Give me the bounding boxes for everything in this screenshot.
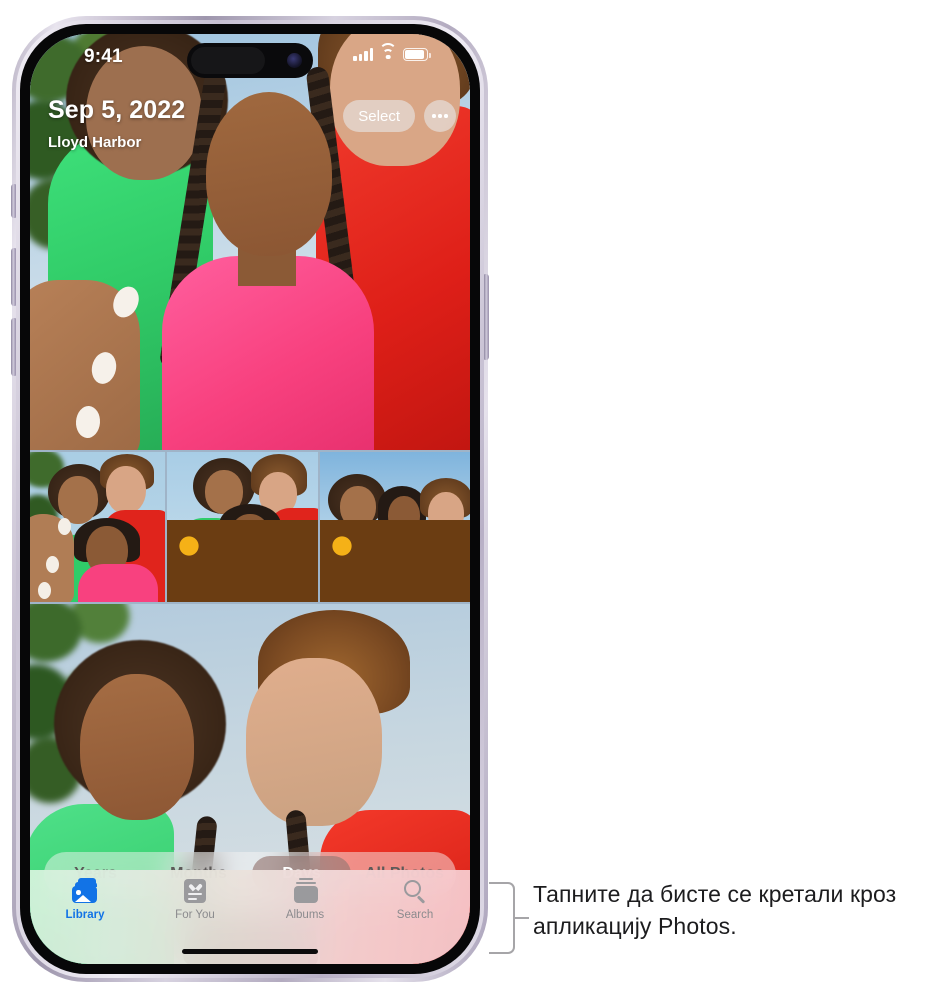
power-button[interactable] — [484, 274, 489, 360]
tab-for-you[interactable]: For You — [140, 878, 250, 921]
front-camera-icon — [287, 53, 302, 68]
action-button[interactable] — [11, 184, 16, 218]
callout-stem — [515, 917, 529, 919]
photo-stack-icon — [70, 878, 100, 904]
thumb-nail — [38, 582, 51, 599]
status-bar-time: 9:41 — [84, 46, 123, 67]
tab-library[interactable]: Library — [30, 878, 140, 921]
ellipsis-dot — [444, 114, 448, 118]
status-bar-indicators — [353, 43, 431, 61]
volume-down-button[interactable] — [11, 318, 16, 376]
for-you-card-icon — [180, 878, 210, 904]
thumb-nail — [58, 518, 71, 535]
battery-icon — [403, 48, 431, 61]
tab-label-library: Library — [65, 909, 105, 921]
select-button[interactable]: Select — [343, 100, 415, 132]
tab-label-search: Search — [396, 909, 434, 921]
photo-thumbnail[interactable] — [30, 452, 165, 602]
callout-text: Тапните да бисте се кретали кроз апликац… — [533, 881, 897, 939]
photo-date-label: Sep 5, 2022 — [48, 96, 186, 124]
person-left-face — [80, 674, 194, 820]
tab-search[interactable]: Search — [360, 878, 470, 921]
phone-screen: 9:41 Sep 5, 2022 Lloyd Harbor Select Lib… — [30, 34, 470, 964]
wifi-icon — [379, 43, 397, 61]
dynamic-island — [187, 43, 313, 78]
photo-grid-row — [30, 452, 470, 602]
ellipsis-dot — [438, 114, 442, 118]
albums-stack-icon — [290, 878, 320, 904]
person-pink-face — [206, 92, 332, 256]
magnifier-icon — [400, 878, 430, 904]
thumb-face — [58, 476, 98, 524]
more-options-button[interactable] — [424, 100, 456, 132]
thumb-pink-top — [78, 564, 158, 602]
cellular-signal-icon — [353, 48, 373, 61]
callout-bracket-icon — [489, 882, 515, 954]
figure-root: 9:41 Sep 5, 2022 Lloyd Harbor Select Lib… — [0, 0, 926, 998]
sunflower-bouquet — [167, 520, 318, 602]
thumb-face — [106, 466, 146, 514]
hero-action-group: Select — [343, 100, 456, 132]
tab-label-for-you: For You — [175, 909, 215, 921]
dynamic-island-pill — [191, 47, 265, 74]
thumb-nail — [46, 556, 59, 573]
iphone-device: 9:41 Sep 5, 2022 Lloyd Harbor Select Lib… — [11, 16, 489, 982]
sunflower-bouquet — [320, 520, 470, 602]
home-indicator[interactable] — [182, 949, 318, 954]
ellipsis-dot — [432, 114, 436, 118]
tab-albums[interactable]: Albums — [250, 878, 360, 921]
volume-up-button[interactable] — [11, 248, 16, 306]
tab-label-albums: Albums — [285, 909, 325, 921]
photo-location-label: Lloyd Harbor — [48, 134, 142, 151]
photo-thumbnail[interactable] — [167, 452, 318, 602]
person-right-face — [246, 658, 382, 826]
photo-thumbnail[interactable] — [320, 452, 470, 602]
